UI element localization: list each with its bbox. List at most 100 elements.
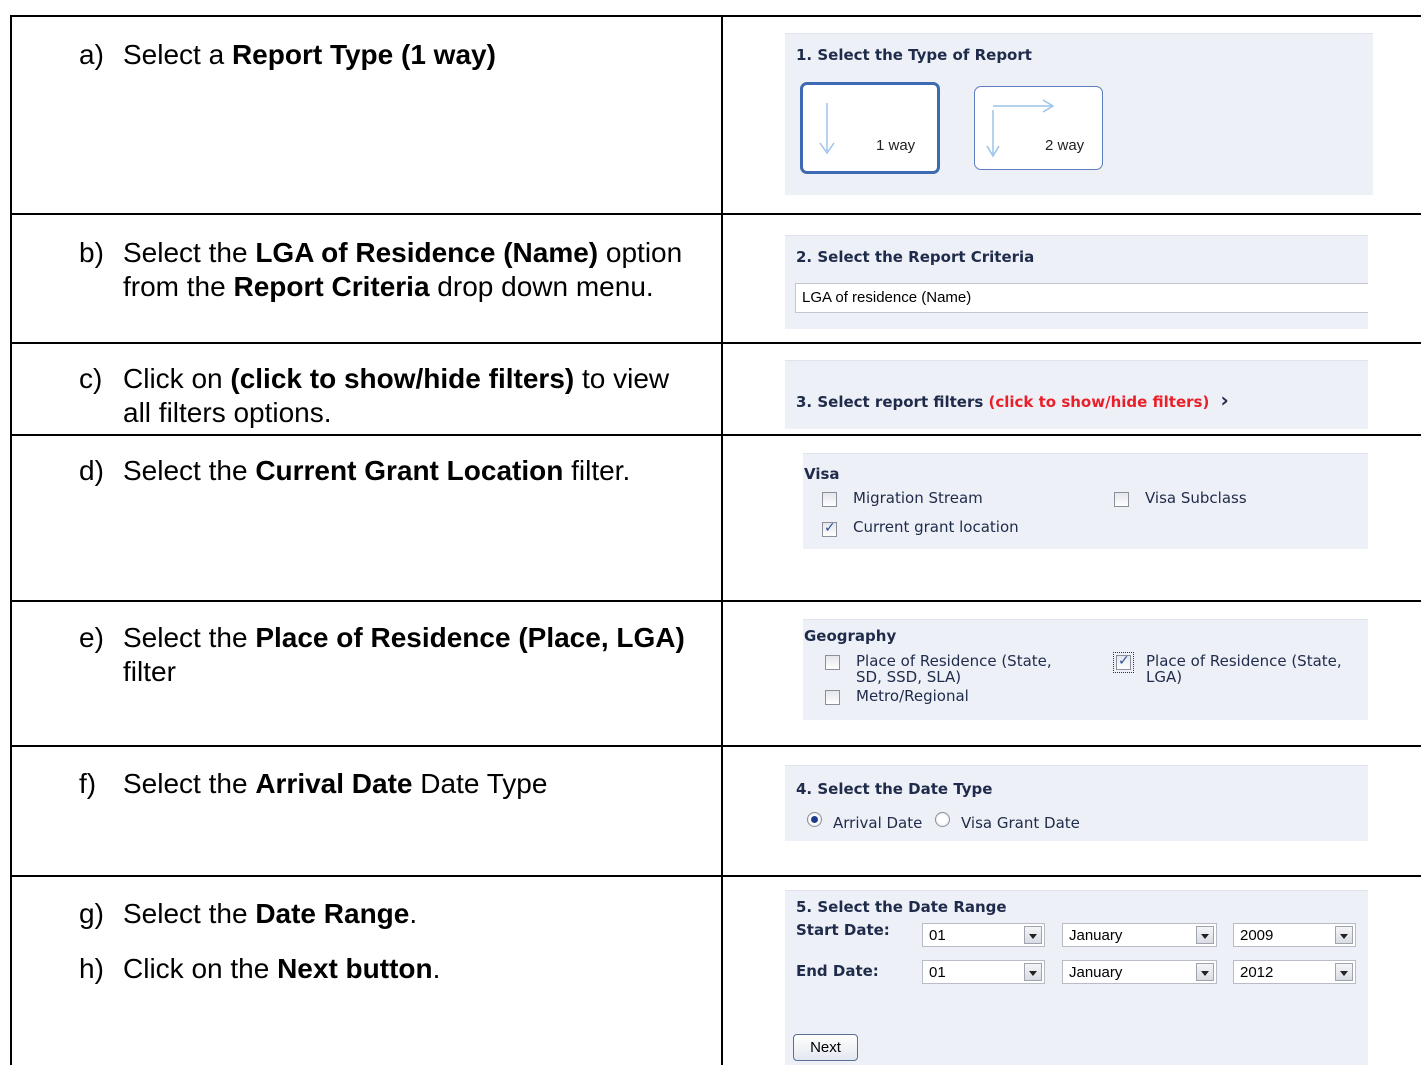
migration-stream-checkbox[interactable] bbox=[822, 492, 837, 507]
end-month-select[interactable]: January bbox=[1062, 960, 1217, 984]
step-letter: d) bbox=[79, 455, 104, 486]
step-text-bold: Arrival Date bbox=[255, 768, 413, 799]
arrival-date-label: Arrival Date bbox=[833, 814, 923, 832]
place-of-residence-sd-label-line2: SD, SSD, SLA) bbox=[856, 668, 962, 686]
arrival-date-radio[interactable] bbox=[807, 812, 822, 827]
step-h: h) Click on the Next button. bbox=[79, 952, 709, 992]
step-text-plain: Select the bbox=[123, 622, 256, 653]
step-letter: e) bbox=[79, 622, 104, 653]
step-text-bold: LGA of Residence (Name) bbox=[255, 237, 599, 268]
step-letter: a) bbox=[79, 39, 104, 70]
visa-grant-date-radio[interactable] bbox=[935, 812, 950, 827]
end-month-value: January bbox=[1069, 964, 1123, 981]
step-letter: f) bbox=[79, 768, 97, 799]
step-b: b) Select the LGA of Residence (Name) op… bbox=[79, 236, 709, 346]
start-day-select[interactable]: 01 bbox=[922, 923, 1045, 947]
step-letter: h) bbox=[79, 953, 104, 984]
step-text-plain: Select the bbox=[123, 768, 256, 799]
step-text-bold: Place of Residence (Place, LGA) bbox=[255, 622, 685, 653]
step-text-plain: . bbox=[409, 898, 418, 929]
end-year-select[interactable]: 2012 bbox=[1233, 960, 1356, 984]
report-type-1way-label: 1 way bbox=[876, 137, 916, 154]
down-arrow-icon bbox=[819, 103, 835, 155]
chevron-down-icon[interactable] bbox=[1335, 926, 1353, 944]
step-d: d) Select the Current Grant Location fil… bbox=[79, 454, 709, 494]
metro-regional-checkbox[interactable] bbox=[825, 690, 840, 705]
step-text-plain: Select a bbox=[123, 39, 232, 70]
chevron-down-icon[interactable] bbox=[1024, 963, 1042, 981]
next-button[interactable]: Next bbox=[793, 1034, 858, 1061]
visa-group-title: Visa bbox=[804, 465, 840, 483]
chevron-down-icon[interactable] bbox=[1196, 926, 1214, 944]
chevron-down-icon[interactable] bbox=[1196, 963, 1214, 981]
step-text-plain: Select the bbox=[123, 455, 256, 486]
place-of-residence-sd-label-line1: Place of Residence (State, bbox=[856, 652, 1052, 670]
report-criteria-title: 2. Select the Report Criteria bbox=[796, 248, 1035, 266]
show-hide-filters-link[interactable]: (click to show/hide filters) bbox=[989, 393, 1210, 411]
step-text-plain: Click on the bbox=[123, 953, 278, 984]
current-grant-location-checkbox[interactable] bbox=[822, 520, 837, 537]
row-divider bbox=[10, 745, 1421, 747]
step-f: f) Select the Arrival Date Date Type bbox=[79, 767, 709, 807]
table-border-top bbox=[10, 15, 1421, 17]
step-text: Select the Current Grant Location filter… bbox=[123, 454, 713, 488]
step-text: Select the LGA of Residence (Name) optio… bbox=[123, 236, 683, 304]
start-year-select[interactable]: 2009 bbox=[1233, 923, 1356, 947]
step-e: e) Select the Place of Residence (Place,… bbox=[79, 621, 709, 691]
report-type-title: 1. Select the Type of Report bbox=[796, 46, 1032, 64]
chevron-right-icon[interactable]: › bbox=[1221, 388, 1229, 412]
step-text-bold: Date Range bbox=[255, 898, 410, 929]
step-text: Select a Report Type (1 way) bbox=[123, 38, 713, 72]
step-text: Select the Date Range. bbox=[123, 897, 713, 931]
metro-regional-label: Metro/Regional bbox=[856, 687, 969, 705]
step-a: a) Select a Report Type (1 way) bbox=[79, 38, 709, 78]
table-border-left bbox=[10, 15, 12, 1065]
row-divider bbox=[10, 600, 1421, 602]
step-text-plain: . bbox=[432, 953, 441, 984]
filters-title: 3. Select report filters (click to show/… bbox=[796, 388, 1229, 412]
geography-group-title: Geography bbox=[804, 627, 897, 645]
step-g: g) Select the Date Range. bbox=[79, 897, 709, 937]
start-day-value: 01 bbox=[929, 927, 946, 944]
step-text-bold: Report Type (1 way) bbox=[231, 39, 496, 70]
start-month-select[interactable]: January bbox=[1062, 923, 1217, 947]
row-divider bbox=[10, 213, 1421, 215]
step-text-plain: Select the bbox=[123, 898, 256, 929]
report-type-2way-label: 2 way bbox=[1045, 137, 1085, 154]
step-text-plain: filter. bbox=[563, 455, 631, 486]
column-divider bbox=[721, 15, 723, 1065]
step-letter: b) bbox=[79, 237, 104, 268]
place-of-residence-sd-checkbox[interactable] bbox=[825, 655, 840, 670]
place-of-residence-lga-checkbox[interactable] bbox=[1113, 652, 1134, 673]
step-text: Select the Arrival Date Date Type bbox=[123, 767, 713, 801]
end-day-value: 01 bbox=[929, 964, 946, 981]
step-text: Select the Place of Residence (Place, LG… bbox=[123, 621, 693, 689]
step-text-plain: filter bbox=[123, 656, 176, 687]
report-type-2way-button[interactable]: 2 way bbox=[974, 86, 1103, 170]
end-day-select[interactable]: 01 bbox=[922, 960, 1045, 984]
visa-subclass-checkbox[interactable] bbox=[1114, 492, 1129, 507]
end-date-label: End Date: bbox=[796, 962, 879, 980]
step-text-bold: Report Criteria bbox=[233, 271, 430, 302]
step-text-bold: Next button bbox=[277, 953, 433, 984]
filters-title-text: 3. Select report filters bbox=[796, 393, 989, 411]
date-range-title: 5. Select the Date Range bbox=[796, 898, 1007, 916]
start-year-value: 2009 bbox=[1240, 927, 1274, 944]
report-criteria-dropdown[interactable]: LGA of residence (Name) bbox=[795, 283, 1368, 313]
step-text-plain: Date Type bbox=[412, 768, 548, 799]
row-divider bbox=[10, 434, 1421, 436]
migration-stream-label: Migration Stream bbox=[853, 489, 983, 507]
step-letter: c) bbox=[79, 363, 103, 394]
place-of-residence-lga-label-line1: Place of Residence (State, bbox=[1146, 652, 1342, 670]
place-of-residence-lga-label-line2: LGA) bbox=[1146, 668, 1183, 686]
report-criteria-value: LGA of residence (Name) bbox=[802, 289, 972, 306]
current-grant-location-label: Current grant location bbox=[853, 518, 1019, 536]
step-text-plain: drop down menu. bbox=[429, 271, 654, 302]
chevron-down-icon[interactable] bbox=[1335, 963, 1353, 981]
step-text-bold: (click to show/hide filters) bbox=[230, 363, 575, 394]
step-text: Click on (click to show/hide filters) to… bbox=[123, 362, 683, 430]
report-type-1way-button[interactable]: 1 way bbox=[800, 82, 940, 174]
date-type-title: 4. Select the Date Type bbox=[796, 780, 993, 798]
chevron-down-icon[interactable] bbox=[1024, 926, 1042, 944]
step-text: Click on the Next button. bbox=[123, 952, 713, 986]
